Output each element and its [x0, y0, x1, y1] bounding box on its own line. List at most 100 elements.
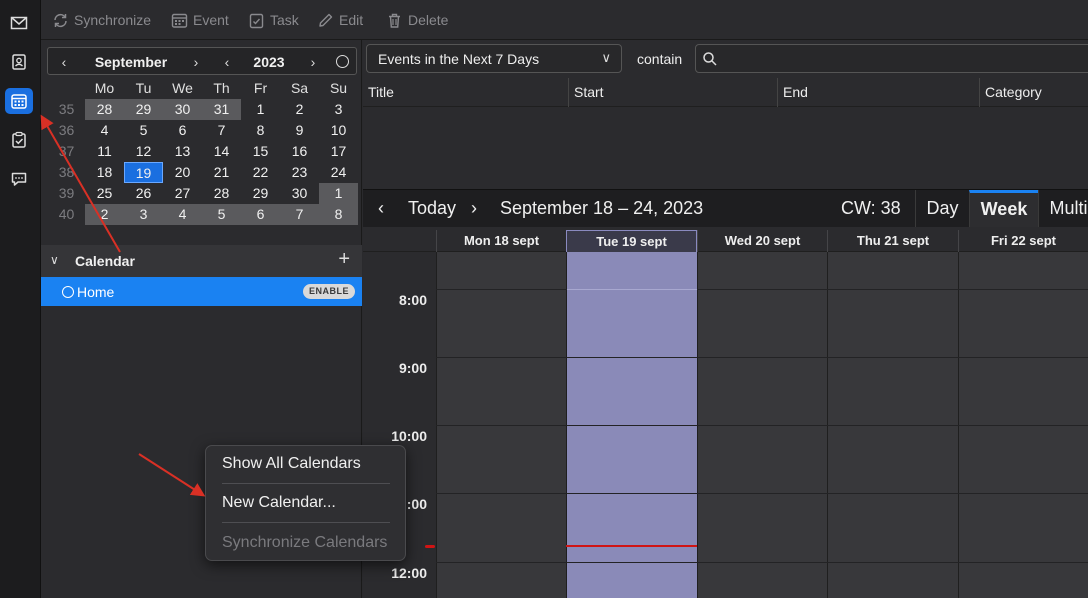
current-time-line	[566, 545, 697, 547]
tab-day[interactable]: Day	[915, 190, 969, 227]
week-number: 36	[58, 122, 75, 138]
sync-icon	[54, 13, 67, 27]
mini-month-day[interactable]: 2	[280, 99, 319, 120]
mini-month-day[interactable]: 20	[163, 162, 202, 183]
mini-month-day[interactable]: 6	[163, 120, 202, 141]
mini-month-day[interactable]: 8	[241, 120, 280, 141]
mini-month-day[interactable]: 26	[124, 183, 163, 204]
next-week-icon[interactable]: ›	[471, 198, 477, 219]
date-range-label: September 18 – 24, 2023	[500, 198, 704, 218]
mini-month-day[interactable]: 28	[202, 183, 241, 204]
mini-month-day[interactable]: 18	[85, 162, 124, 183]
week-number: 37	[58, 143, 75, 159]
chevron-down-icon[interactable]: ∨	[50, 253, 59, 267]
mini-month-day[interactable]: 9	[280, 120, 319, 141]
mini-month-day[interactable]: 1	[241, 99, 280, 120]
task-label: Task	[270, 12, 299, 28]
mini-month-day[interactable]: 22	[241, 162, 280, 183]
day-header-mon[interactable]: Mon 18 sept	[436, 230, 566, 252]
calendar-icon[interactable]	[5, 88, 33, 114]
mini-month-day[interactable]: 3	[319, 99, 358, 120]
mini-month-day-other[interactable]: 5	[202, 204, 241, 225]
chat-icon[interactable]	[5, 166, 33, 192]
calendar-list-header[interactable]: ∨ Calendar +	[41, 245, 362, 277]
mini-month-week-row: 38 18 19 20 21 22 23 24	[47, 162, 357, 183]
mini-month-day-other[interactable]: 31	[202, 99, 241, 120]
column-start[interactable]: Start	[569, 78, 778, 107]
prev-year-icon[interactable]: ‹	[220, 54, 234, 70]
go-today-icon[interactable]	[336, 55, 349, 68]
delete-button[interactable]: Delete	[386, 10, 448, 30]
calendar-item-label: Home	[77, 284, 115, 300]
mini-month-day-other[interactable]: 30	[163, 99, 202, 120]
mini-month-day-other[interactable]: 28	[85, 99, 124, 120]
new-event-button[interactable]: Event	[171, 10, 229, 30]
event-search-input[interactable]	[695, 44, 1088, 73]
mail-icon[interactable]	[5, 10, 33, 36]
task-icon	[249, 13, 264, 28]
mini-month-day[interactable]: 21	[202, 162, 241, 183]
column-end[interactable]: End	[778, 78, 980, 107]
mini-month-day[interactable]: 15	[241, 141, 280, 162]
event-filter-select[interactable]: Events in the Next 7 Days ∨	[366, 44, 622, 73]
tasks-icon[interactable]	[5, 127, 33, 153]
tab-multiweek[interactable]: Multi	[1038, 190, 1088, 227]
add-calendar-icon[interactable]: +	[338, 248, 350, 271]
delete-label: Delete	[408, 12, 449, 28]
mini-month-day[interactable]: 30	[280, 183, 319, 204]
mini-month-day[interactable]: 23	[280, 162, 319, 183]
mini-month-day[interactable]: 7	[202, 120, 241, 141]
mini-month-day[interactable]: 13	[163, 141, 202, 162]
mini-month-day[interactable]: 10	[319, 120, 358, 141]
menu-item-new-calendar[interactable]: New Calendar...	[222, 494, 336, 512]
prev-month-icon[interactable]: ‹	[57, 54, 71, 70]
mini-month-day-other[interactable]: 8	[319, 204, 358, 225]
mini-month-day[interactable]: 14	[202, 141, 241, 162]
column-category[interactable]: Category	[980, 78, 1088, 107]
mini-month-day-other[interactable]: 1	[319, 183, 358, 204]
week-time-grid[interactable]: 8:00 9:00 10:00 :00 12:00	[363, 252, 1088, 598]
mini-month-day-other[interactable]: 6	[241, 204, 280, 225]
tab-week[interactable]: Week	[969, 190, 1038, 227]
mini-month-day[interactable]: 16	[280, 141, 319, 162]
day-header-fri[interactable]: Fri 22 sept	[958, 230, 1088, 252]
edit-button[interactable]: Edit	[317, 10, 363, 30]
calendar-item-home[interactable]: Home ENABLE	[41, 277, 362, 306]
calendar-navigation: ‹ Today › September 18 – 24, 2023 CW: 38…	[363, 189, 1088, 227]
mini-month-day[interactable]: 12	[124, 141, 163, 162]
mini-month-month: September	[94, 54, 168, 70]
next-month-icon[interactable]: ›	[189, 54, 203, 70]
next-year-icon[interactable]: ›	[306, 54, 320, 70]
address-book-icon[interactable]	[5, 49, 33, 75]
mini-month-day[interactable]: 5	[124, 120, 163, 141]
today-button[interactable]: Today	[408, 198, 456, 219]
menu-item-show-all-calendars[interactable]: Show All Calendars	[222, 455, 361, 473]
mini-month-day[interactable]: 25	[85, 183, 124, 204]
day-header-tue[interactable]: Tue 19 sept	[566, 230, 697, 252]
previous-week-icon[interactable]: ‹	[378, 198, 384, 219]
hour-line	[436, 289, 1088, 290]
mini-month-day[interactable]: 11	[85, 141, 124, 162]
new-task-button[interactable]: Task	[248, 10, 299, 30]
mini-month-day[interactable]: 27	[163, 183, 202, 204]
event-filter-value: Events in the Next 7 Days	[378, 51, 540, 67]
event-icon	[171, 13, 188, 28]
column-title[interactable]: Title	[363, 78, 569, 107]
mini-month-day[interactable]: 17	[319, 141, 358, 162]
mini-month-day-other[interactable]: 7	[280, 204, 319, 225]
mini-month-day-other[interactable]: 2	[85, 204, 124, 225]
day-header-thu[interactable]: Thu 21 sept	[827, 230, 958, 252]
enable-calendar-button[interactable]: ENABLE	[302, 284, 355, 299]
day-header-wed[interactable]: Wed 20 sept	[697, 230, 827, 252]
mini-month-day-other[interactable]: 29	[124, 99, 163, 120]
mini-month-day[interactable]: 19	[124, 162, 163, 183]
mini-month-day[interactable]: 24	[319, 162, 358, 183]
mini-month-day-other[interactable]: 3	[124, 204, 163, 225]
hour-line	[436, 562, 1088, 563]
synchronize-button[interactable]: Synchronize	[52, 10, 151, 30]
week-number: 38	[58, 164, 75, 180]
mini-month-day[interactable]: 4	[85, 120, 124, 141]
mini-month-day-other[interactable]: 4	[163, 204, 202, 225]
mini-month-day[interactable]: 29	[241, 183, 280, 204]
spaces-toolbar	[0, 0, 41, 598]
